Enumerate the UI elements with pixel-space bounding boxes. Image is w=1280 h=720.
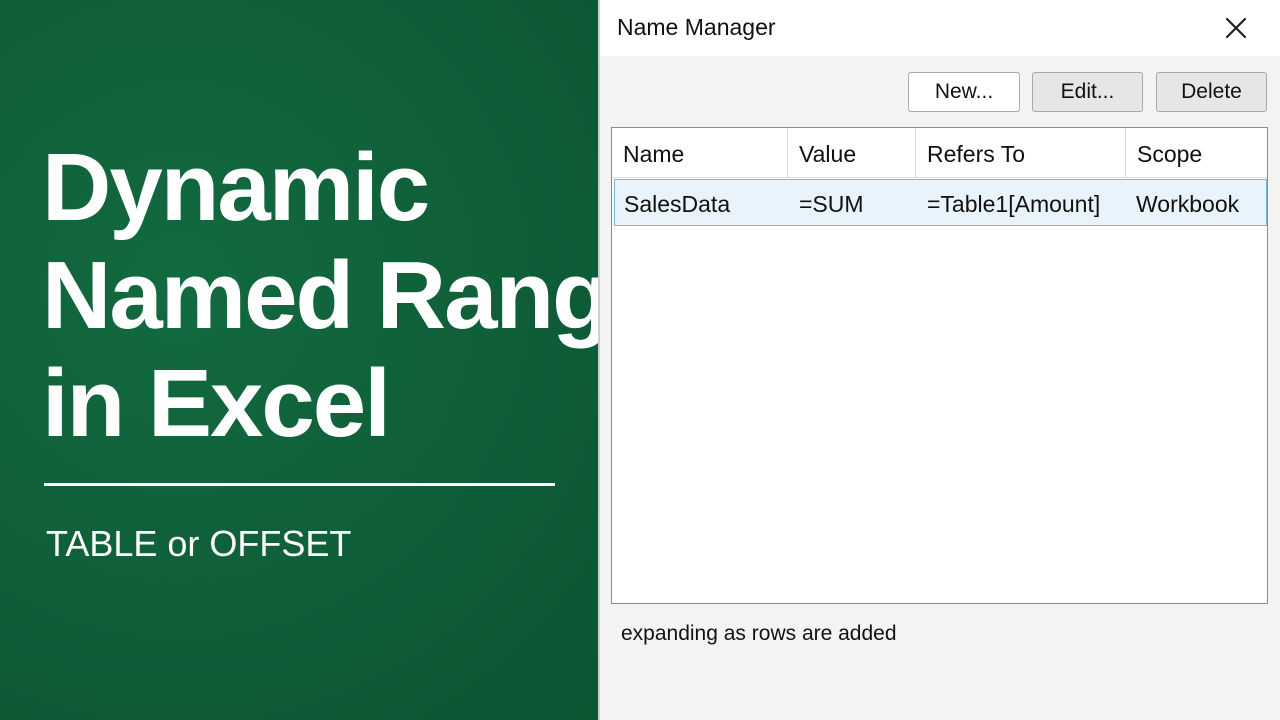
dialog-titlebar: Name Manager (600, 0, 1280, 56)
close-button[interactable] (1218, 10, 1254, 46)
names-list[interactable]: Name Value Refers To Scope SalesData =SU… (611, 127, 1268, 604)
title-panel: Dynamic Named Range in Excel TABLE or OF… (0, 0, 662, 720)
dialog-title: Name Manager (617, 14, 776, 40)
cell-scope: Workbook (1136, 191, 1240, 217)
delete-button[interactable]: Delete (1156, 72, 1267, 112)
headline-line-2: Named Range (42, 242, 662, 349)
list-header: Name Value Refers To Scope (612, 128, 1267, 178)
headline-line-1: Dynamic (42, 134, 430, 241)
close-icon (1225, 17, 1247, 39)
column-header-scope[interactable]: Scope (1126, 128, 1267, 178)
edit-button[interactable]: Edit... (1032, 72, 1143, 112)
cell-refers-to: =Table1[Amount] (927, 191, 1101, 217)
column-header-refers-to[interactable]: Refers To (916, 128, 1126, 178)
cell-value: =SUM (799, 191, 864, 217)
subheadline: TABLE or OFFSET (46, 523, 352, 564)
column-header-value[interactable]: Value (788, 128, 916, 178)
table-row[interactable]: SalesData =SUM =Table1[Amount] Workbook (614, 179, 1267, 226)
column-header-name[interactable]: Name (612, 128, 788, 178)
footer-note: expanding as rows are added (621, 622, 897, 645)
headline: Dynamic Named Range in Excel (42, 134, 662, 458)
headline-divider (44, 483, 555, 486)
new-button[interactable]: New... (908, 72, 1020, 112)
name-manager-dialog: Name Manager New... Edit... Delete Name … (598, 0, 1280, 720)
headline-line-3: in Excel (42, 350, 391, 457)
cell-name: SalesData (624, 191, 731, 217)
